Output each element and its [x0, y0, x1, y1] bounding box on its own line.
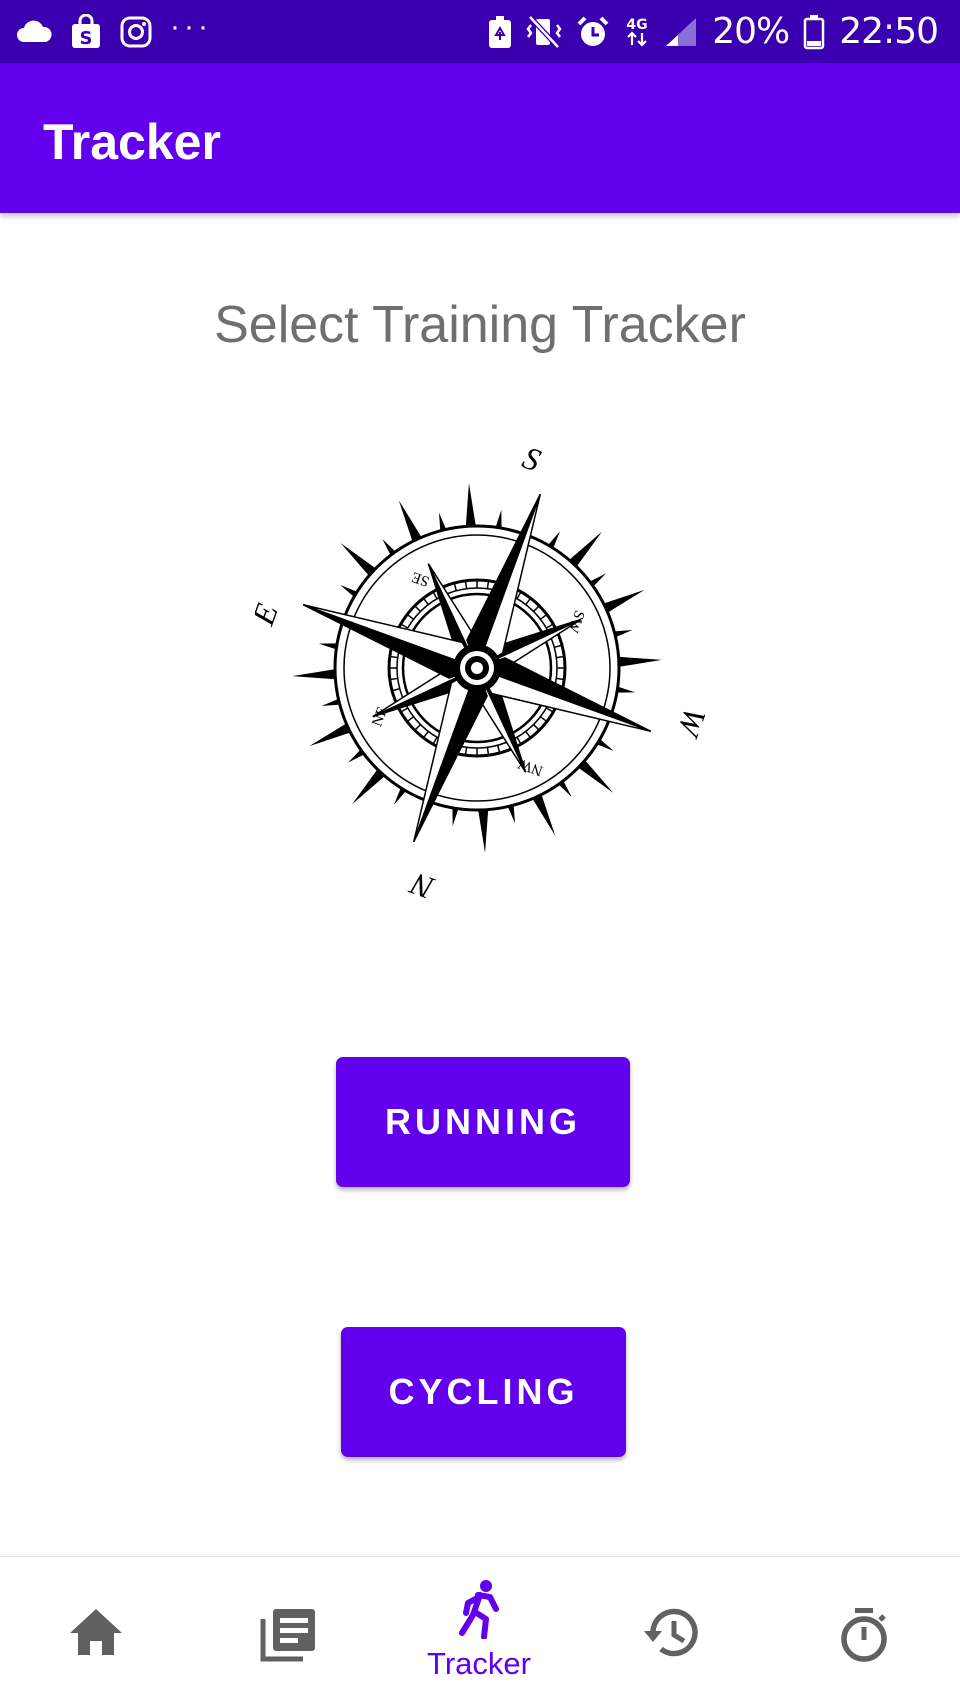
bottom-navigation: Tracker	[0, 1556, 960, 1706]
compass-outer-tick	[309, 723, 351, 747]
compass-label-s: S	[518, 439, 545, 478]
nav-item-history[interactable]	[622, 1557, 722, 1706]
compass-outer-tick	[340, 543, 376, 576]
compass-outer-tick	[398, 500, 422, 542]
compass-inner-tick	[556, 655, 565, 659]
page-title: Tracker	[43, 114, 221, 170]
compass-outer-tick	[352, 769, 385, 805]
compass-inner-tick	[464, 580, 468, 589]
compass-label-n: N	[404, 865, 439, 900]
compass-inner-tick	[464, 747, 468, 756]
alarm-icon	[576, 12, 610, 52]
status-right: 4G 20% 22:50	[488, 11, 939, 52]
nav-item-articles[interactable]	[238, 1557, 338, 1706]
compass-outer-tick	[321, 698, 340, 707]
articles-icon	[259, 1607, 317, 1668]
compass-outer-tick	[603, 589, 645, 613]
battery-percent: 20%	[712, 11, 790, 52]
compass-outer-tick	[452, 807, 459, 827]
cycling-button[interactable]: CYCLING	[341, 1327, 626, 1457]
compass-outer-tick	[465, 483, 476, 527]
compass-outer-tick	[616, 686, 636, 693]
compass-label-e: E	[255, 598, 285, 630]
battery-icon	[803, 12, 825, 52]
running-button[interactable]: RUNNING	[336, 1057, 630, 1187]
compass-outer-tick	[578, 760, 614, 793]
home-icon	[68, 1607, 124, 1662]
shop-icon: S	[70, 12, 102, 52]
compass-inner-tick	[389, 677, 398, 681]
compass-inner-tick	[486, 747, 490, 756]
battery-saver-icon	[488, 12, 512, 52]
history-icon	[643, 1607, 701, 1664]
status-bar: S ··· 4G 20% 22:50	[0, 0, 960, 63]
more-dots-icon: ···	[170, 9, 212, 43]
compass-outer-tick	[478, 809, 489, 853]
status-left: S ···	[16, 9, 212, 52]
svg-text:4G: 4G	[627, 17, 648, 33]
compass-outer-tick	[569, 531, 602, 567]
nav-item-timer[interactable]	[814, 1557, 914, 1706]
instagram-icon	[120, 12, 152, 52]
compass-outer-tick	[614, 629, 633, 638]
compass-outer-tick	[292, 669, 336, 680]
cloud-icon	[16, 12, 52, 52]
compass-inner-tick	[486, 580, 490, 589]
signal-icon	[664, 12, 698, 52]
compass-image: S N E W SE SW NW NE	[244, 430, 714, 907]
compass-label-w: W	[670, 703, 705, 744]
compass-outer-tick	[495, 509, 502, 529]
status-time: 22:50	[839, 11, 939, 52]
app-bar: Tracker	[0, 63, 960, 213]
select-tracker-heading: Select Training Tracker	[214, 296, 746, 354]
compass-outer-tick	[507, 805, 516, 824]
vibrate-icon	[526, 12, 562, 52]
nav-label-tracker: Tracker	[427, 1646, 531, 1681]
compass-outer-tick	[532, 794, 556, 836]
compass-outer-tick	[618, 656, 662, 667]
run-icon	[456, 1579, 502, 1644]
network-4g-icon: 4G	[624, 12, 650, 52]
compass-inner-tick	[389, 655, 398, 659]
compass-outer-tick	[438, 512, 447, 531]
compass-icon: S N E W SE SW NW NE	[244, 439, 714, 907]
compass-outer-tick	[318, 643, 338, 650]
nav-item-tracker[interactable]: Tracker	[399, 1557, 559, 1706]
timer-icon	[837, 1607, 891, 1668]
nav-item-home[interactable]	[46, 1557, 146, 1706]
compass-inner-tick	[556, 677, 565, 681]
svg-text:S: S	[80, 28, 93, 49]
